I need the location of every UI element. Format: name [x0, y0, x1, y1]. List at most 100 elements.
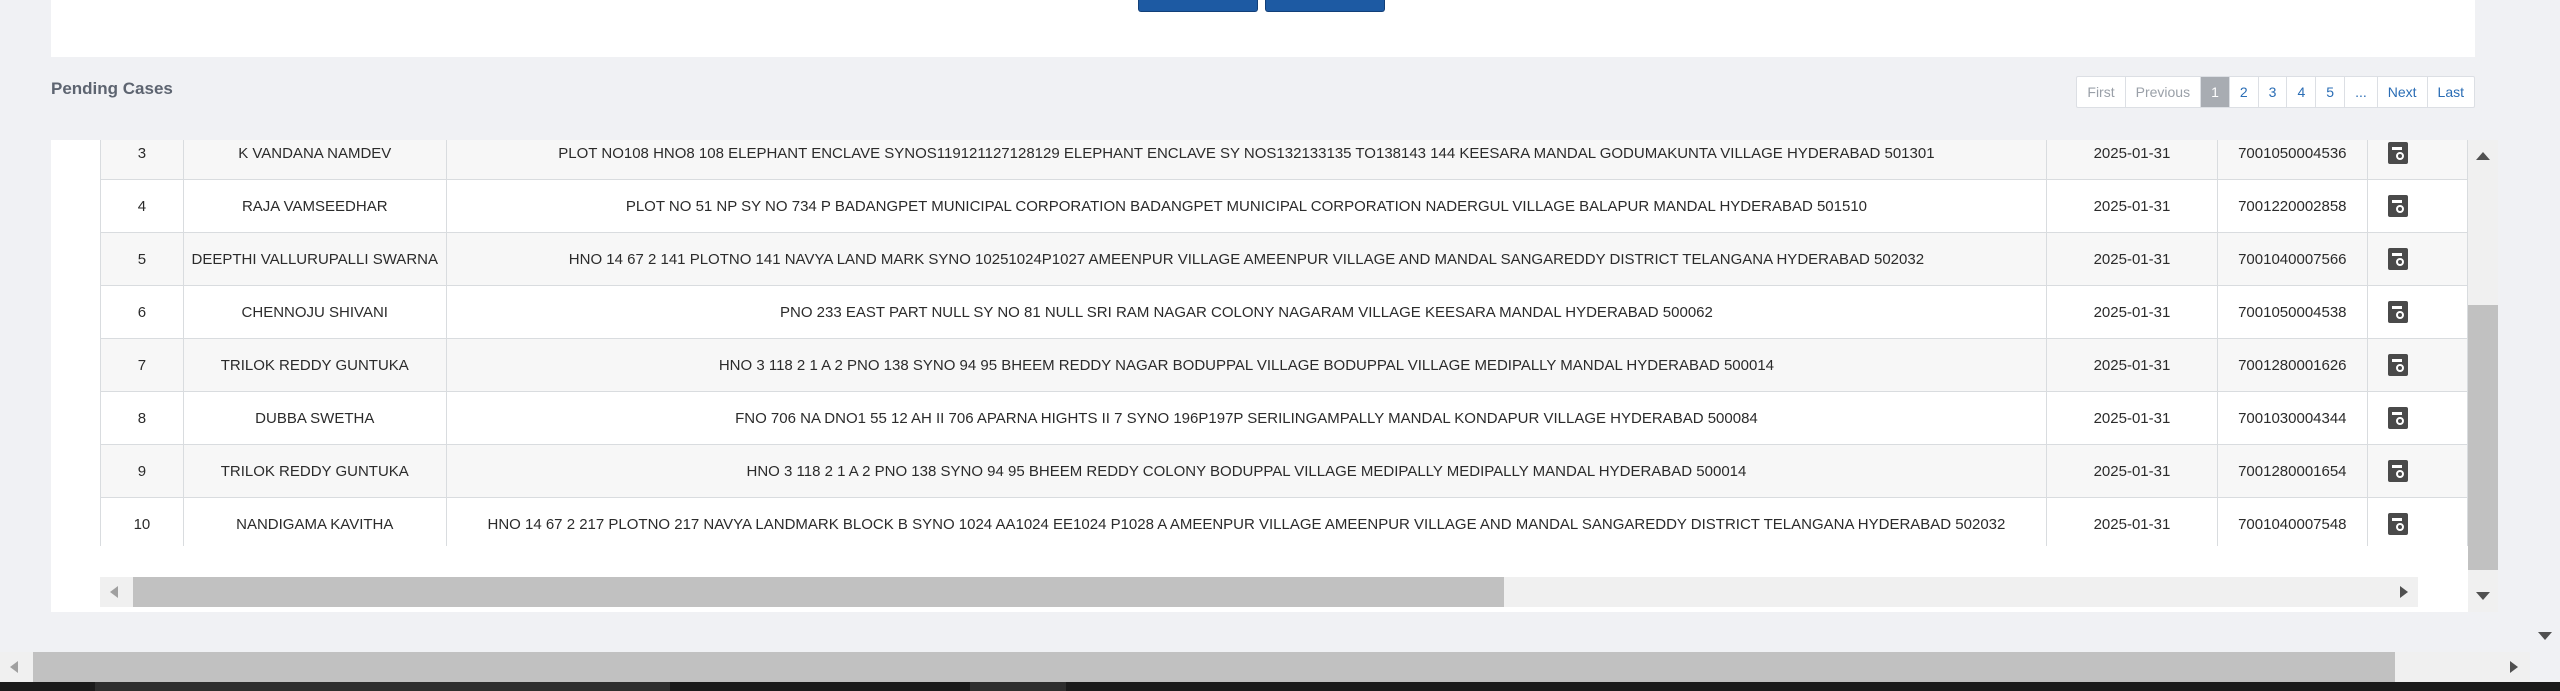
table-row: 5 DEEPTHI VALLURUPALLI SWARNA HNO 14 67 … — [100, 232, 2468, 286]
taskbar-item[interactable] — [970, 682, 1066, 691]
cell-application-number: 7001040007566 — [2216, 232, 2368, 286]
view-document-icon[interactable] — [2387, 248, 2408, 270]
cell-date: 2025-01-31 — [2046, 285, 2218, 339]
pager-page-4[interactable]: 4 — [2286, 77, 2315, 107]
cell-name: TRILOK REDDY GUNTUKA — [182, 338, 447, 392]
table-row: 7 TRILOK REDDY GUNTUKA HNO 3 118 2 1 A 2… — [100, 338, 2468, 392]
pager-page-1[interactable]: 1 — [2200, 77, 2229, 107]
taskbar — [0, 682, 2560, 691]
cell-name: K VANDANA NAMDEV — [182, 140, 447, 180]
cell-date: 2025-01-31 — [2046, 232, 2218, 286]
cell-date: 2025-01-31 — [2046, 444, 2218, 498]
view-document-icon[interactable] — [2387, 301, 2408, 323]
pagination: First Previous 1 2 3 4 5 ... Next Last — [2076, 76, 2475, 108]
pager-last[interactable]: Last — [2426, 77, 2474, 107]
scroll-left-arrow-icon[interactable] — [110, 586, 118, 598]
cell-address: FNO 706 NA DNO1 55 12 AH II 706 APARNA H… — [445, 391, 2048, 445]
table-row: 9 TRILOK REDDY GUNTUKA HNO 3 118 2 1 A 2… — [100, 444, 2468, 498]
view-document-icon[interactable] — [2387, 354, 2408, 376]
cell-sno: 6 — [100, 285, 184, 339]
scroll-right-arrow-icon[interactable] — [2510, 661, 2518, 673]
pager-first[interactable]: First — [2077, 77, 2124, 107]
view-document-icon[interactable] — [2387, 142, 2408, 164]
pager-ellipsis[interactable]: ... — [2344, 77, 2377, 107]
top-panel — [51, 0, 2475, 57]
pending-cases-table: 3 K VANDANA NAMDEV PLOT NO108 HNO8 108 E… — [100, 140, 2468, 546]
table-horizontal-scrollbar[interactable] — [100, 577, 2418, 607]
cell-application-number: 7001030004344 — [2216, 391, 2368, 445]
table-viewport: 3 K VANDANA NAMDEV PLOT NO108 HNO8 108 E… — [100, 140, 2468, 546]
table-row: 10 NANDIGAMA KAVITHA HNO 14 67 2 217 PLO… — [100, 497, 2468, 546]
cell-name: DEEPTHI VALLURUPALLI SWARNA — [182, 232, 447, 286]
cell-date: 2025-01-31 — [2046, 497, 2218, 546]
cell-address: HNO 14 67 2 141 PLOTNO 141 NAVYA LAND MA… — [445, 232, 2048, 286]
scroll-up-arrow-icon[interactable] — [2476, 152, 2490, 160]
cell-sno: 3 — [100, 140, 184, 180]
pager-page-5[interactable]: 5 — [2315, 77, 2344, 107]
scrollbar-thumb[interactable] — [133, 577, 1504, 607]
cell-sno: 9 — [100, 444, 184, 498]
cell-application-number: 7001280001654 — [2216, 444, 2368, 498]
cell-address: PLOT NO108 HNO8 108 ELEPHANT ENCLAVE SYN… — [445, 140, 2048, 180]
cell-application-number: 7001050004538 — [2216, 285, 2368, 339]
cell-action — [2366, 391, 2468, 445]
cell-name: TRILOK REDDY GUNTUKA — [182, 444, 447, 498]
scroll-down-arrow-icon[interactable] — [2538, 632, 2552, 640]
page-vertical-scrollbar[interactable] — [2530, 0, 2560, 652]
cell-date: 2025-01-31 — [2046, 179, 2218, 233]
pager-next[interactable]: Next — [2376, 77, 2427, 107]
cell-name: RAJA VAMSEEDHAR — [182, 179, 447, 233]
cell-application-number: 7001050004536 — [2216, 140, 2368, 180]
table-row: 8 DUBBA SWETHA FNO 706 NA DNO1 55 12 AH … — [100, 391, 2468, 445]
scroll-left-arrow-icon[interactable] — [10, 661, 18, 673]
cell-action — [2366, 140, 2468, 180]
table-vertical-scrollbar[interactable] — [2468, 140, 2498, 612]
cell-application-number: 7001220002858 — [2216, 179, 2368, 233]
scroll-down-arrow-icon[interactable] — [2476, 592, 2490, 600]
cell-date: 2025-01-31 — [2046, 338, 2218, 392]
cell-address: HNO 3 118 2 1 A 2 PNO 138 SYNO 94 95 BHE… — [445, 338, 2048, 392]
cell-application-number: 7001280001626 — [2216, 338, 2368, 392]
scrollbar-thumb[interactable] — [33, 652, 2395, 682]
table-row: 6 CHENNOJU SHIVANI PNO 233 EAST PART NUL… — [100, 285, 2468, 339]
page-horizontal-scrollbar[interactable] — [0, 652, 2530, 682]
cell-application-number: 7001040007548 — [2216, 497, 2368, 546]
secondary-action-button[interactable] — [1265, 0, 1385, 12]
cell-date: 2025-01-31 — [2046, 140, 2218, 180]
scrollbar-thumb[interactable] — [2468, 305, 2498, 570]
cell-address: PNO 233 EAST PART NULL SY NO 81 NULL SRI… — [445, 285, 2048, 339]
cell-sno: 7 — [100, 338, 184, 392]
section-title: Pending Cases — [51, 79, 173, 98]
pager-page-2[interactable]: 2 — [2228, 77, 2258, 107]
view-document-icon[interactable] — [2387, 407, 2408, 429]
cell-name: NANDIGAMA KAVITHA — [182, 497, 447, 546]
cell-name: DUBBA SWETHA — [182, 391, 447, 445]
cell-address: HNO 14 67 2 217 PLOTNO 217 NAVYA LANDMAR… — [445, 497, 2048, 546]
cell-date: 2025-01-31 — [2046, 391, 2218, 445]
cell-action — [2366, 338, 2468, 392]
scroll-right-arrow-icon[interactable] — [2400, 586, 2408, 598]
table-row: 3 K VANDANA NAMDEV PLOT NO108 HNO8 108 E… — [100, 140, 2468, 180]
primary-action-button[interactable] — [1138, 0, 1258, 12]
pending-cases-header: Pending Cases First Previous 1 2 3 4 5 .… — [51, 72, 2475, 110]
cell-sno: 10 — [100, 497, 184, 546]
cell-action — [2366, 179, 2468, 233]
cell-action — [2366, 232, 2468, 286]
cell-action — [2366, 497, 2468, 546]
cell-action — [2366, 444, 2468, 498]
cell-name: CHENNOJU SHIVANI — [182, 285, 447, 339]
cell-sno: 5 — [100, 232, 184, 286]
cell-action — [2366, 285, 2468, 339]
pending-cases-card: 3 K VANDANA NAMDEV PLOT NO108 HNO8 108 E… — [51, 140, 2498, 612]
view-document-icon[interactable] — [2387, 195, 2408, 217]
taskbar-item[interactable] — [95, 682, 670, 691]
cell-sno: 8 — [100, 391, 184, 445]
cell-address: HNO 3 118 2 1 A 2 PNO 138 SYNO 94 95 BHE… — [445, 444, 2048, 498]
table-row: 4 RAJA VAMSEEDHAR PLOT NO 51 NP SY NO 73… — [100, 179, 2468, 233]
cell-sno: 4 — [100, 179, 184, 233]
view-document-icon[interactable] — [2387, 460, 2408, 482]
pager-previous[interactable]: Previous — [2124, 77, 2200, 107]
view-document-icon[interactable] — [2387, 513, 2408, 535]
pager-page-3[interactable]: 3 — [2257, 77, 2287, 107]
cell-address: PLOT NO 51 NP SY NO 734 P BADANGPET MUNI… — [445, 179, 2048, 233]
